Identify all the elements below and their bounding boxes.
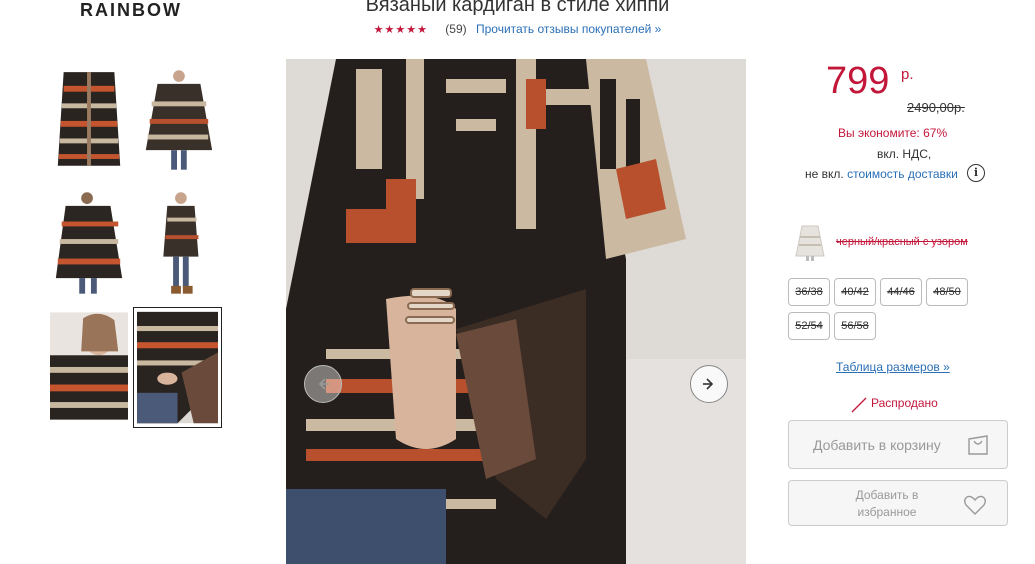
thumbnail-image	[50, 312, 128, 420]
size-option[interactable]: 40/42	[834, 278, 876, 306]
thumbnail-image	[137, 311, 218, 424]
review-count: (59)	[445, 22, 467, 36]
thumbnail-6-active[interactable]	[133, 307, 222, 428]
delivery-cost-link[interactable]: стоимость доставки	[847, 167, 958, 181]
info-icon[interactable]: i	[967, 164, 985, 182]
thumbnail-image	[50, 64, 128, 172]
current-price: 799	[826, 60, 890, 102]
thumbnail-4[interactable]	[137, 187, 217, 297]
add-to-favorites-label: Добавить в избранное	[855, 488, 919, 519]
thumbnail-1[interactable]	[49, 63, 129, 173]
color-swatch-thumbnail[interactable]	[794, 222, 826, 262]
savings-text: Вы экономите: 67%	[838, 126, 948, 140]
product-photo	[286, 59, 746, 564]
vat-text: вкл. НДС,	[877, 147, 932, 161]
main-product-image[interactable]	[286, 59, 746, 564]
soldout-status: Распродано	[871, 396, 938, 410]
rating-stars: ★★★★★	[373, 24, 428, 36]
prev-image-button[interactable]	[304, 365, 342, 403]
delivery-note: не вкл. стоимость доставки	[805, 167, 958, 181]
price-currency: р.	[901, 66, 914, 83]
thumbnail-image	[50, 188, 128, 296]
shopping-bag-icon	[968, 435, 988, 455]
soldout-slash-icon	[851, 397, 867, 413]
product-title: Вязаный кардиган в стиле хиппи	[365, 0, 670, 16]
old-price: 2490,00р.	[907, 100, 965, 115]
thumbnail-image	[138, 188, 216, 296]
chevron-right-icon	[703, 378, 714, 390]
size-option[interactable]: 44/46	[880, 278, 922, 306]
size-option[interactable]: 52/54	[788, 312, 830, 340]
next-image-button[interactable]	[690, 365, 728, 403]
thumbnail-5[interactable]	[49, 311, 129, 421]
add-to-favorites-button[interactable]: Добавить в избранное	[788, 480, 1008, 526]
add-to-cart-label: Добавить в корзину	[813, 437, 941, 453]
add-to-cart-button[interactable]: Добавить в корзину	[788, 420, 1008, 469]
thumbnail-image	[138, 64, 216, 172]
color-name: черный/красный с узором	[836, 236, 968, 248]
thumbnail-3[interactable]	[49, 187, 129, 297]
chevron-left-icon	[318, 378, 329, 390]
thumbnail-2[interactable]	[137, 63, 217, 173]
size-option[interactable]: 56/58	[834, 312, 876, 340]
reviews-link[interactable]: Прочитать отзывы покупателей »	[476, 22, 661, 36]
size-option[interactable]: 36/38	[788, 278, 830, 306]
rating-row: ★★★★★ (59) Прочитать отзывы покупателей …	[0, 22, 1035, 36]
size-option[interactable]: 48/50	[926, 278, 968, 306]
heart-icon	[964, 495, 986, 515]
size-table-link[interactable]: Таблица размеров »	[836, 360, 950, 374]
delivery-prefix: не вкл.	[805, 167, 844, 181]
